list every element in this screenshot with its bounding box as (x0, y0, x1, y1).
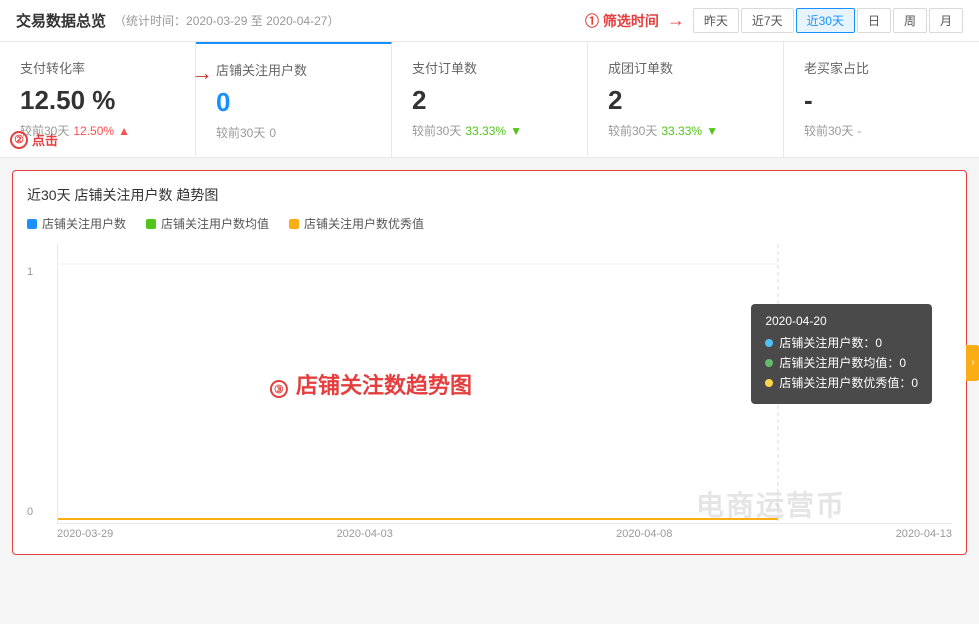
legend-item-blue: 店铺关注用户数 (27, 215, 126, 232)
metric-label-4: 老买家占比 (804, 58, 959, 77)
arrow-to-card1-icon: → (191, 60, 213, 86)
click-annotation: ②点击 (10, 130, 58, 149)
metric-label-3: 成团订单数 (608, 58, 763, 77)
x-label: 2020-04-03 (337, 528, 393, 540)
time-filter-group: 昨天近7天近30天日周月 (693, 8, 963, 33)
metric-value-2: 2 (412, 85, 567, 116)
x-label: 2020-04-08 (616, 528, 672, 540)
header-subtitle: （统计时间：2020-03-29 至 2020-04-27） (114, 12, 339, 29)
time-btn-日[interactable]: 日 (857, 8, 891, 33)
y-label-0: 0 (27, 506, 33, 518)
metric-card-4[interactable]: 老买家占比 - 较前30天- (784, 42, 979, 157)
time-btn-周[interactable]: 周 (893, 8, 927, 33)
chart-section: 近30天 店铺关注用户数 趋势图 店铺关注用户数店铺关注用户数均值店铺关注用户数… (12, 170, 967, 555)
legend-item-green: 店铺关注用户数均值 (146, 215, 269, 232)
metric-value-4: - (804, 85, 959, 116)
metric-label-0: 支付转化率 (20, 58, 175, 77)
metric-value-3: 2 (608, 85, 763, 116)
metric-card-2[interactable]: 支付订单数 2 较前30天33.33%▼ (392, 42, 588, 157)
x-label: 2020-04-13 (896, 528, 952, 540)
chart-title: 近30天 店铺关注用户数 趋势图 (27, 185, 952, 205)
metric-card-3[interactable]: 成团订单数 2 较前30天33.33%▼ (588, 42, 784, 157)
time-btn-昨天[interactable]: 昨天 (693, 8, 739, 33)
chart-area: ③ 店铺关注数趋势图 2020-04-20店铺关注用户数：0店铺关注用户数均值：… (57, 244, 952, 524)
x-label: 2020-03-29 (57, 528, 113, 540)
sidebar-arrow[interactable]: › (966, 345, 979, 381)
metric-card-0[interactable]: 支付转化率12.50 %较前30天12.50%▲②点击→ (0, 42, 196, 157)
header-annotation: ① 筛选时间 → 昨天近7天近30天日周月 (585, 8, 963, 33)
metric-compare-1: 较前30天0 (216, 124, 371, 141)
time-btn-月[interactable]: 月 (929, 8, 963, 33)
y-label-1: 1 (27, 266, 33, 278)
metric-compare-4: 较前30天- (804, 122, 959, 139)
page-title: 交易数据总览 (16, 10, 106, 31)
chart-tooltip: 2020-04-20店铺关注用户数：0店铺关注用户数均值：0店铺关注用户数优秀值… (751, 304, 932, 404)
metric-value-1: 0 (216, 87, 371, 118)
metric-compare-3: 较前30天33.33%▼ (608, 122, 763, 139)
metric-value-0: 12.50 % (20, 85, 175, 116)
header-bar: 交易数据总览 （统计时间：2020-03-29 至 2020-04-27） ① … (0, 0, 979, 42)
x-axis: 2020-03-29 2020-04-03 2020-04-08 2020-04-13 (57, 528, 952, 540)
arrow-right-icon: → (667, 10, 685, 31)
chart-annotation-3: ③ 店铺关注数趋势图 (270, 368, 472, 400)
annotation-1-label: ① 筛选时间 (585, 11, 659, 31)
chart-legend: 店铺关注用户数 店铺关注用户数均值 店铺关注用户数优秀值 (27, 215, 952, 232)
metric-label-2: 支付订单数 (412, 58, 567, 77)
metric-compare-2: 较前30天33.33%▼ (412, 122, 567, 139)
time-btn-近30天[interactable]: 近30天 (796, 8, 855, 33)
time-btn-近7天[interactable]: 近7天 (741, 8, 794, 33)
metrics-row: 支付转化率12.50 %较前30天12.50%▲②点击→店铺关注用户数0较前30… (0, 42, 979, 158)
legend-item-yellow: 店铺关注用户数优秀值 (289, 215, 424, 232)
metric-label-1: 店铺关注用户数 (216, 60, 371, 79)
metric-card-1[interactable]: 店铺关注用户数 0 较前30天0 (196, 42, 392, 157)
